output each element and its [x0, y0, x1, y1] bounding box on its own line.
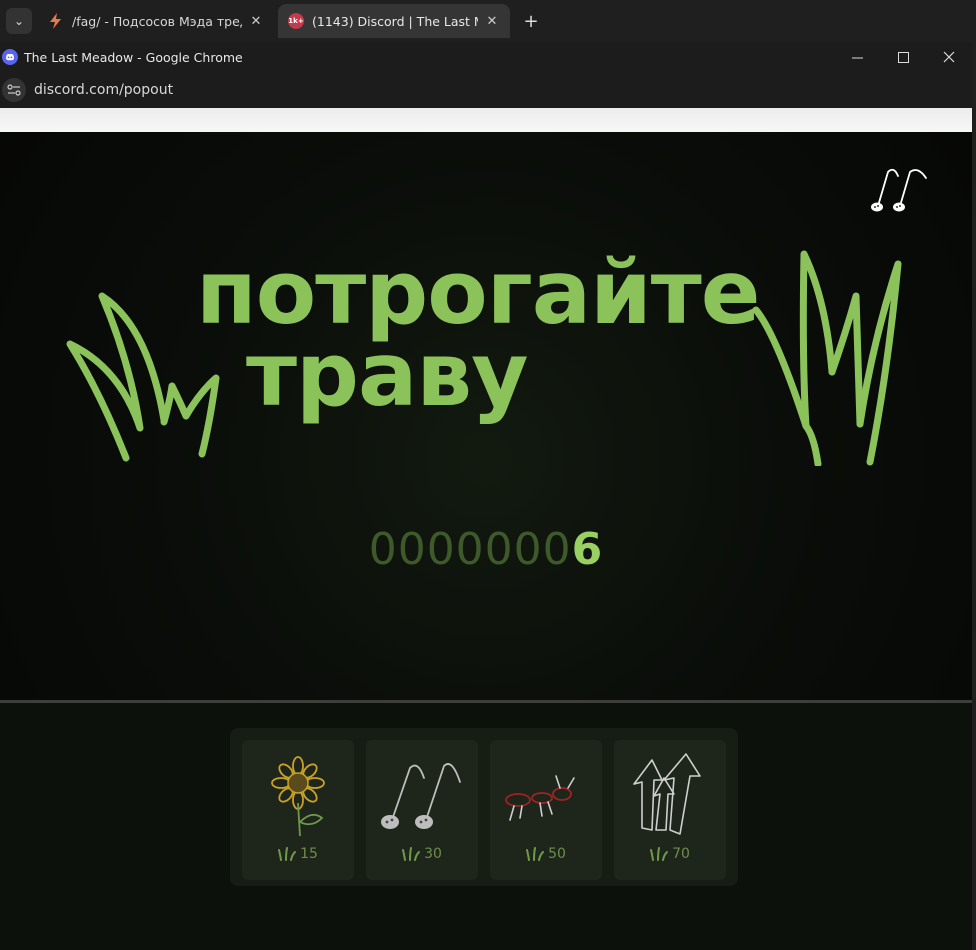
- music-notes-icon: [381, 763, 461, 829]
- counter-value: 6: [571, 524, 604, 575]
- game-title: потрогайте траву: [196, 241, 760, 426]
- shop-item-sunflower[interactable]: 15: [242, 740, 354, 880]
- url-text[interactable]: discord.com/popout: [34, 82, 173, 98]
- tab-strip: ⌄ /fag/ - Подсосов Мэда тред № ✕ 1k+ (11…: [0, 0, 976, 42]
- minimize-button[interactable]: [834, 42, 880, 72]
- discord-icon: [2, 49, 18, 65]
- grass-counter: 00000006: [0, 524, 972, 575]
- grass-icon: [402, 847, 421, 861]
- item-price: 50: [490, 846, 602, 862]
- discord-badge-icon: 1k+: [288, 13, 304, 29]
- item-price: 70: [614, 846, 726, 862]
- grass-icon: [526, 847, 545, 861]
- new-tab-button[interactable]: +: [518, 8, 544, 34]
- item-price: 15: [242, 846, 354, 862]
- address-bar: discord.com/popout: [0, 72, 972, 108]
- close-button[interactable]: [926, 42, 972, 72]
- plus-icon: +: [523, 10, 539, 32]
- maximize-icon: [897, 51, 909, 63]
- grass-icon: [650, 847, 669, 861]
- tab-title: /fag/ - Подсосов Мэда тред №: [72, 13, 242, 29]
- counter-zeros: 0000000: [368, 524, 572, 575]
- tab-discord[interactable]: 1k+ (1143) Discord | The Last Meadow ✕: [278, 4, 510, 38]
- lightning-icon: [48, 13, 64, 29]
- chevron-down-icon: ⌄: [13, 14, 25, 28]
- site-settings-icon[interactable]: [2, 78, 26, 102]
- sunflower-icon: [271, 756, 325, 837]
- minimize-icon: [851, 57, 863, 58]
- close-icon[interactable]: ✕: [484, 13, 500, 29]
- page-top-strip: [0, 108, 972, 132]
- close-icon: [943, 51, 955, 63]
- window-title: The Last Meadow - Google Chrome: [24, 49, 243, 65]
- title-line-2: траву: [246, 323, 528, 426]
- popup-window: The Last Meadow - Google Chrome discord.…: [0, 42, 972, 950]
- tab-search-button[interactable]: ⌄: [6, 8, 32, 34]
- upgrade-shop: 15 30 50 70: [230, 728, 738, 886]
- tab-title: (1143) Discord | The Last Meadow: [312, 13, 478, 29]
- shop-item-arrows[interactable]: 70: [614, 740, 726, 880]
- shop-item-music[interactable]: 30: [366, 740, 478, 880]
- tab-fag[interactable]: /fag/ - Подсосов Мэда тред № ✕: [38, 4, 274, 38]
- price-value: 15: [300, 846, 318, 862]
- price-value: 70: [672, 846, 690, 862]
- price-value: 30: [424, 846, 442, 862]
- price-value: 50: [548, 846, 566, 862]
- ant-icon: [505, 775, 575, 821]
- shop-item-ant[interactable]: 50: [490, 740, 602, 880]
- grass-right-icon: [752, 250, 902, 466]
- title-line-1: потрогайте: [196, 241, 760, 344]
- maximize-button[interactable]: [880, 42, 926, 72]
- music-toggle-icon[interactable]: [868, 162, 932, 214]
- window-titlebar: The Last Meadow - Google Chrome: [0, 42, 972, 72]
- close-icon[interactable]: ✕: [248, 13, 264, 29]
- arrows-up-icon: [633, 753, 701, 835]
- notification-badge: 1k+: [288, 13, 304, 29]
- item-price: 30: [366, 846, 478, 862]
- grass-icon: [278, 847, 297, 861]
